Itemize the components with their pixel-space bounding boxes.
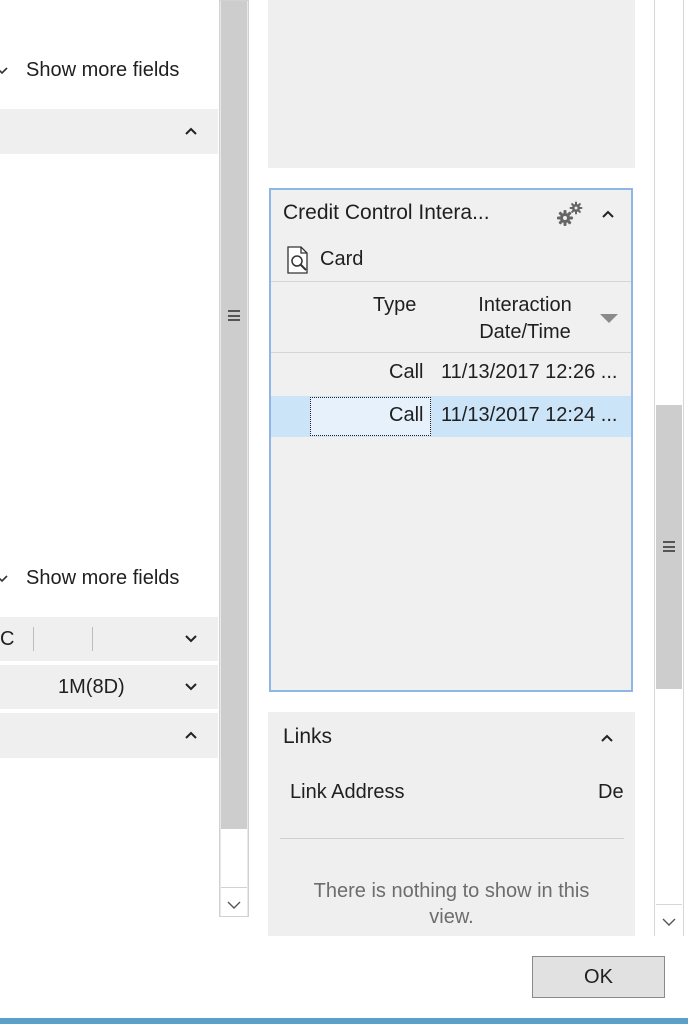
column-header-description[interactable]: De [598,781,624,804]
fasttab-header-collapsed-2[interactable] [0,713,218,758]
period-row[interactable]: 1M(8D) [0,665,218,709]
divider [271,281,631,282]
chevron-down-icon [0,64,8,82]
left-pane-scrollbar[interactable] [219,0,249,917]
ok-button[interactable]: OK [532,956,665,998]
show-more-fields-top[interactable]: Show more fields [0,58,218,86]
chevron-down-icon [662,914,676,932]
show-more-fields-label: Show more fields [26,567,180,589]
filter-row[interactable]: C [0,617,218,661]
column-divider [92,627,93,651]
window-bottom-border [0,1018,688,1024]
table-row[interactable]: Call 11/13/2017 12:26 ... [271,353,631,394]
filter-cell-text: C [0,628,15,650]
scrollbar-track[interactable] [221,829,247,887]
chevron-down-icon[interactable] [181,679,201,695]
factbox-title[interactable]: Credit Control Intera... [283,201,490,225]
empty-state-message: There is nothing to show in this view. [268,878,635,930]
column-header-interaction-datetime[interactable]: Interaction Date/Time [467,292,583,348]
period-value: 1M(8D) [58,676,125,698]
column-header-line: Date/Time [479,321,571,343]
divider [280,838,624,839]
show-more-fields-label: Show more fields [26,59,180,81]
scroll-down-button[interactable] [656,904,682,934]
cell-datetime: 11/13/2017 12:26 ... [441,361,618,383]
column-divider [33,627,34,651]
grip-icon [228,310,240,321]
chevron-down-icon [227,897,241,915]
chevron-up-icon[interactable] [597,730,617,746]
card-button[interactable]: Card [281,244,401,274]
credit-control-interactions-factbox: Credit Control Intera... Card Type Inter… [269,188,633,692]
cell-datetime: 11/13/2017 12:24 ... [441,404,618,426]
factbox-title[interactable]: Links [283,725,332,749]
show-more-fields-bottom[interactable]: Show more fields [0,566,218,594]
column-header-line: Interaction [478,294,572,316]
table-row-selected[interactable]: Call 11/13/2017 12:24 ... [271,396,631,437]
left-content-column: Show more fields Show more fields C 1M(8… [0,0,218,1024]
column-header-type[interactable]: Type [373,294,416,317]
chevron-up-icon[interactable] [598,206,618,222]
chevron-down-icon[interactable] [181,631,201,647]
empty-message-line: view. [429,906,474,928]
chevron-up-icon[interactable] [181,727,201,743]
scroll-down-button[interactable] [221,887,247,916]
fasttab-header-collapsed-1[interactable] [0,109,218,154]
settings-gears-icon[interactable] [554,198,586,235]
card-label: Card [320,248,364,270]
chevron-up-icon[interactable] [181,123,201,139]
column-header-link-address[interactable]: Link Address [290,781,405,804]
links-factbox: Links Link Address De There is nothing t… [268,712,635,936]
factbox-top-placeholder [268,0,635,168]
scrollbar-thumb[interactable] [221,1,247,829]
sort-descending-icon[interactable] [600,311,618,329]
chevron-down-icon [0,572,8,590]
factbox-pane-scrollbar[interactable] [654,0,684,936]
empty-message-line: There is nothing to show in this [313,880,590,902]
cell-type: Call [389,361,424,383]
card-search-icon [285,245,313,280]
cell-type: Call [389,404,424,426]
grip-icon [663,541,675,552]
scrollbar-thumb[interactable] [656,405,682,689]
